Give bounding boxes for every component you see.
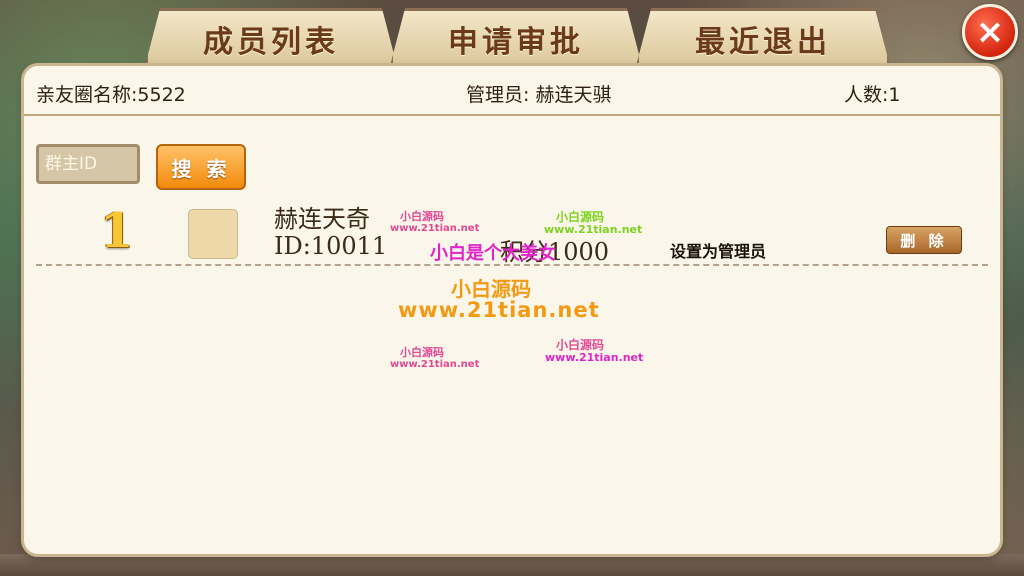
watermark-text: 小白源码: [400, 210, 444, 223]
member-count: 人数:1: [844, 84, 901, 106]
member-nickname: 赫连天奇: [274, 205, 370, 233]
circle-name: 亲友圈名称:5522: [36, 84, 186, 106]
tab-member-list[interactable]: 成员列表: [145, 8, 397, 66]
tab-application-approval[interactable]: 申请审批: [390, 8, 642, 66]
delete-button[interactable]: 删 除: [886, 226, 962, 254]
search-button[interactable]: 搜 索: [156, 144, 246, 190]
search-input[interactable]: [36, 144, 140, 184]
watermark-url: www.21tian.net: [390, 359, 480, 370]
member-id: ID:10011: [274, 232, 388, 260]
watermark-url: www.21tian.net: [390, 223, 480, 234]
member-rank: 1: [100, 203, 134, 259]
background-bottom-menu: [0, 554, 1024, 576]
close-button[interactable]: ×: [962, 4, 1018, 60]
circle-info-bar: 亲友圈名称:5522 管理员: 赫连天骐 人数:1: [24, 66, 1000, 116]
avatar: [188, 209, 238, 259]
member-list-panel: 亲友圈名称:5522 管理员: 赫连天骐 人数:1 搜 索 1 赫连天奇 ID:…: [24, 66, 1000, 554]
tab-recent-exits[interactable]: 最近退出: [636, 8, 890, 66]
watermark-url: www.21tian.net: [545, 351, 644, 364]
set-admin-link[interactable]: 设置为管理员: [670, 238, 766, 262]
close-icon: ×: [975, 12, 1005, 52]
watermark-url: www.21tian.net: [398, 298, 600, 322]
watermark-url: www.21tian.net: [544, 223, 643, 236]
watermark-text: 小白是个大美女: [430, 243, 556, 264]
watermark-text: 小白源码: [400, 346, 444, 359]
circle-admin: 管理员: 赫连天骐: [466, 84, 612, 106]
